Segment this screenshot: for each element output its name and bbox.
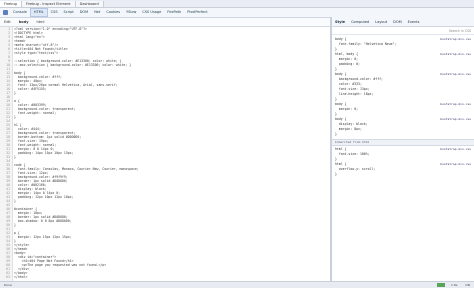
css-rule-line[interactable]: } bbox=[335, 47, 337, 51]
panel-tab-cookies[interactable]: Cookies bbox=[103, 9, 123, 16]
html-source-editor[interactable]: 1 <?xml version="1.0" encoding="UTF-8"?> 2… bbox=[0, 27, 330, 281]
code-line: } bbox=[14, 223, 16, 227]
subbar-item[interactable]: body bbox=[15, 20, 33, 24]
code-line: color: #4F5155; bbox=[14, 87, 47, 91]
inherited-label: Inherited from html bbox=[335, 140, 370, 144]
code-line: } bbox=[14, 199, 16, 203]
side-panel: Style Computed Layout DOM Events Search in C… bbox=[332, 17, 474, 281]
side-tab-layout[interactable]: Layout bbox=[372, 20, 390, 24]
code-line: font-weight: normal; bbox=[14, 111, 57, 115]
panel-tab-yslow[interactable]: YSlow bbox=[123, 9, 139, 16]
firebug-icon[interactable] bbox=[3, 10, 8, 15]
css-search[interactable]: Search in CSS bbox=[332, 27, 474, 35]
css-rule-line[interactable]: margin: 0; bbox=[335, 57, 358, 61]
css-inherited-line[interactable]: html { bbox=[335, 147, 347, 151]
subbar-item[interactable]: Edit bbox=[0, 20, 15, 24]
status-toggle[interactable]: ON bbox=[461, 283, 474, 287]
code-line: box-shadow: 0 0 8px #D0D0D0; bbox=[14, 219, 72, 223]
css-rule-line[interactable]: body { bbox=[335, 102, 347, 106]
subbar-item[interactable]: html bbox=[32, 20, 48, 24]
css-rule-line[interactable]: } bbox=[335, 112, 337, 116]
side-tab-dom[interactable]: DOM bbox=[390, 20, 404, 24]
css-rule-line[interactable]: } bbox=[335, 97, 337, 101]
css-inherited-line[interactable]: html { bbox=[335, 162, 347, 166]
css-rule-line[interactable]: body { bbox=[335, 37, 347, 41]
panel-tab-css[interactable]: CSS bbox=[48, 9, 61, 16]
css-rule-line[interactable]: color: #333; bbox=[335, 82, 362, 86]
css-rule-line[interactable]: font-size: 13px; bbox=[335, 87, 370, 91]
code-line: padding: 14px 15px 10px 15px; bbox=[14, 151, 74, 155]
css-rule-line[interactable]: } bbox=[335, 67, 337, 71]
css-rule-line[interactable]: padding: 0; bbox=[335, 62, 360, 66]
css-source-link[interactable]: bootstrap.min.css bbox=[440, 147, 471, 151]
side-tab-events[interactable]: Events bbox=[405, 20, 423, 24]
code-line: } bbox=[14, 115, 16, 119]
panel-tab-console[interactable]: Console bbox=[10, 9, 30, 16]
code-line: ::-moz-selection { background-color: #E1… bbox=[14, 63, 132, 67]
panel-tab-firepath[interactable]: FirePath bbox=[164, 9, 184, 16]
css-source-link[interactable]: bootstrap.min.css bbox=[440, 37, 471, 41]
css-rule-line[interactable]: html, body { bbox=[335, 52, 358, 56]
line-number: 63 bbox=[6, 275, 10, 279]
css-rule-line[interactable]: line-height: 18px; bbox=[335, 92, 374, 96]
css-rule-line[interactable]: } bbox=[335, 132, 337, 136]
css-rule-line[interactable]: margin: 8px; bbox=[335, 127, 362, 131]
code-line: <style type="text/css"> bbox=[14, 51, 59, 55]
side-panel-tabs: Style Computed Layout DOM Events bbox=[332, 17, 474, 27]
css-inherited-line[interactable]: } bbox=[335, 172, 337, 176]
window-tab-bar: Firebug Firebug - Inspect Element Dashboar… bbox=[0, 0, 474, 8]
window-tab[interactable]: Dashboard bbox=[75, 0, 104, 7]
css-inherited-line[interactable]: overflow-y: scroll; bbox=[335, 167, 375, 171]
inherited-header: Inherited from html bbox=[332, 139, 474, 146]
side-tab-style[interactable]: Style bbox=[332, 20, 348, 24]
css-source-link[interactable]: bootstrap.min.css bbox=[440, 162, 471, 166]
css-rule-line[interactable]: display: block; bbox=[335, 122, 368, 126]
css-source-link[interactable]: bootstrap.min.css bbox=[440, 52, 471, 56]
code-line: } bbox=[14, 91, 16, 95]
code-line: margin: 12px 15px 12px 15px; bbox=[14, 235, 72, 239]
css-inherited-line[interactable]: font-size: 100%; bbox=[335, 152, 370, 156]
css-source-link[interactable]: bootstrap.min.css bbox=[440, 102, 471, 106]
code-line: padding: 12px 10px 12px 10px; bbox=[14, 195, 74, 199]
css-source-link[interactable]: bootstrap.min.css bbox=[440, 72, 471, 76]
css-rules: body { bootstrap.min.css font-family: "He… bbox=[332, 35, 474, 281]
code-line: } bbox=[14, 155, 16, 159]
css-rule-line[interactable]: body { bbox=[335, 72, 347, 76]
panel-tab-net[interactable]: Net bbox=[91, 9, 103, 16]
panel-tab-dom[interactable]: DOM bbox=[77, 9, 91, 16]
html-subbar: Edit body html bbox=[0, 18, 330, 27]
status-text: Done bbox=[4, 283, 12, 287]
side-tab-computed[interactable]: Computed bbox=[348, 20, 372, 24]
css-rule-line[interactable]: background-color: #fff; bbox=[335, 77, 383, 81]
panel-tab-pixelperfect[interactable]: PixelPerfect bbox=[184, 9, 210, 16]
css-rule-line[interactable]: margin: 0; bbox=[335, 107, 358, 111]
window-tab[interactable]: Firebug - Inspect Element bbox=[21, 0, 76, 7]
css-rule-line[interactable]: font-family: "Helvetica Neue"; bbox=[335, 42, 397, 46]
panel-tab-script[interactable]: Script bbox=[61, 9, 77, 16]
search-input[interactable]: Search in CSS bbox=[449, 29, 471, 33]
panel-tab-css-usage[interactable]: CSS Usage bbox=[139, 9, 164, 16]
panel-tab-html[interactable]: HTML bbox=[29, 8, 48, 17]
css-inherited-line[interactable]: } bbox=[335, 157, 337, 161]
status-time: 1.8s bbox=[451, 283, 458, 287]
code-line: </html> bbox=[14, 275, 28, 279]
status-indicator bbox=[437, 283, 446, 287]
css-rule-line[interactable]: body { bbox=[335, 117, 347, 121]
window-tab[interactable]: Firebug bbox=[0, 0, 22, 7]
css-source-link[interactable]: bootstrap.min.css bbox=[440, 117, 471, 121]
